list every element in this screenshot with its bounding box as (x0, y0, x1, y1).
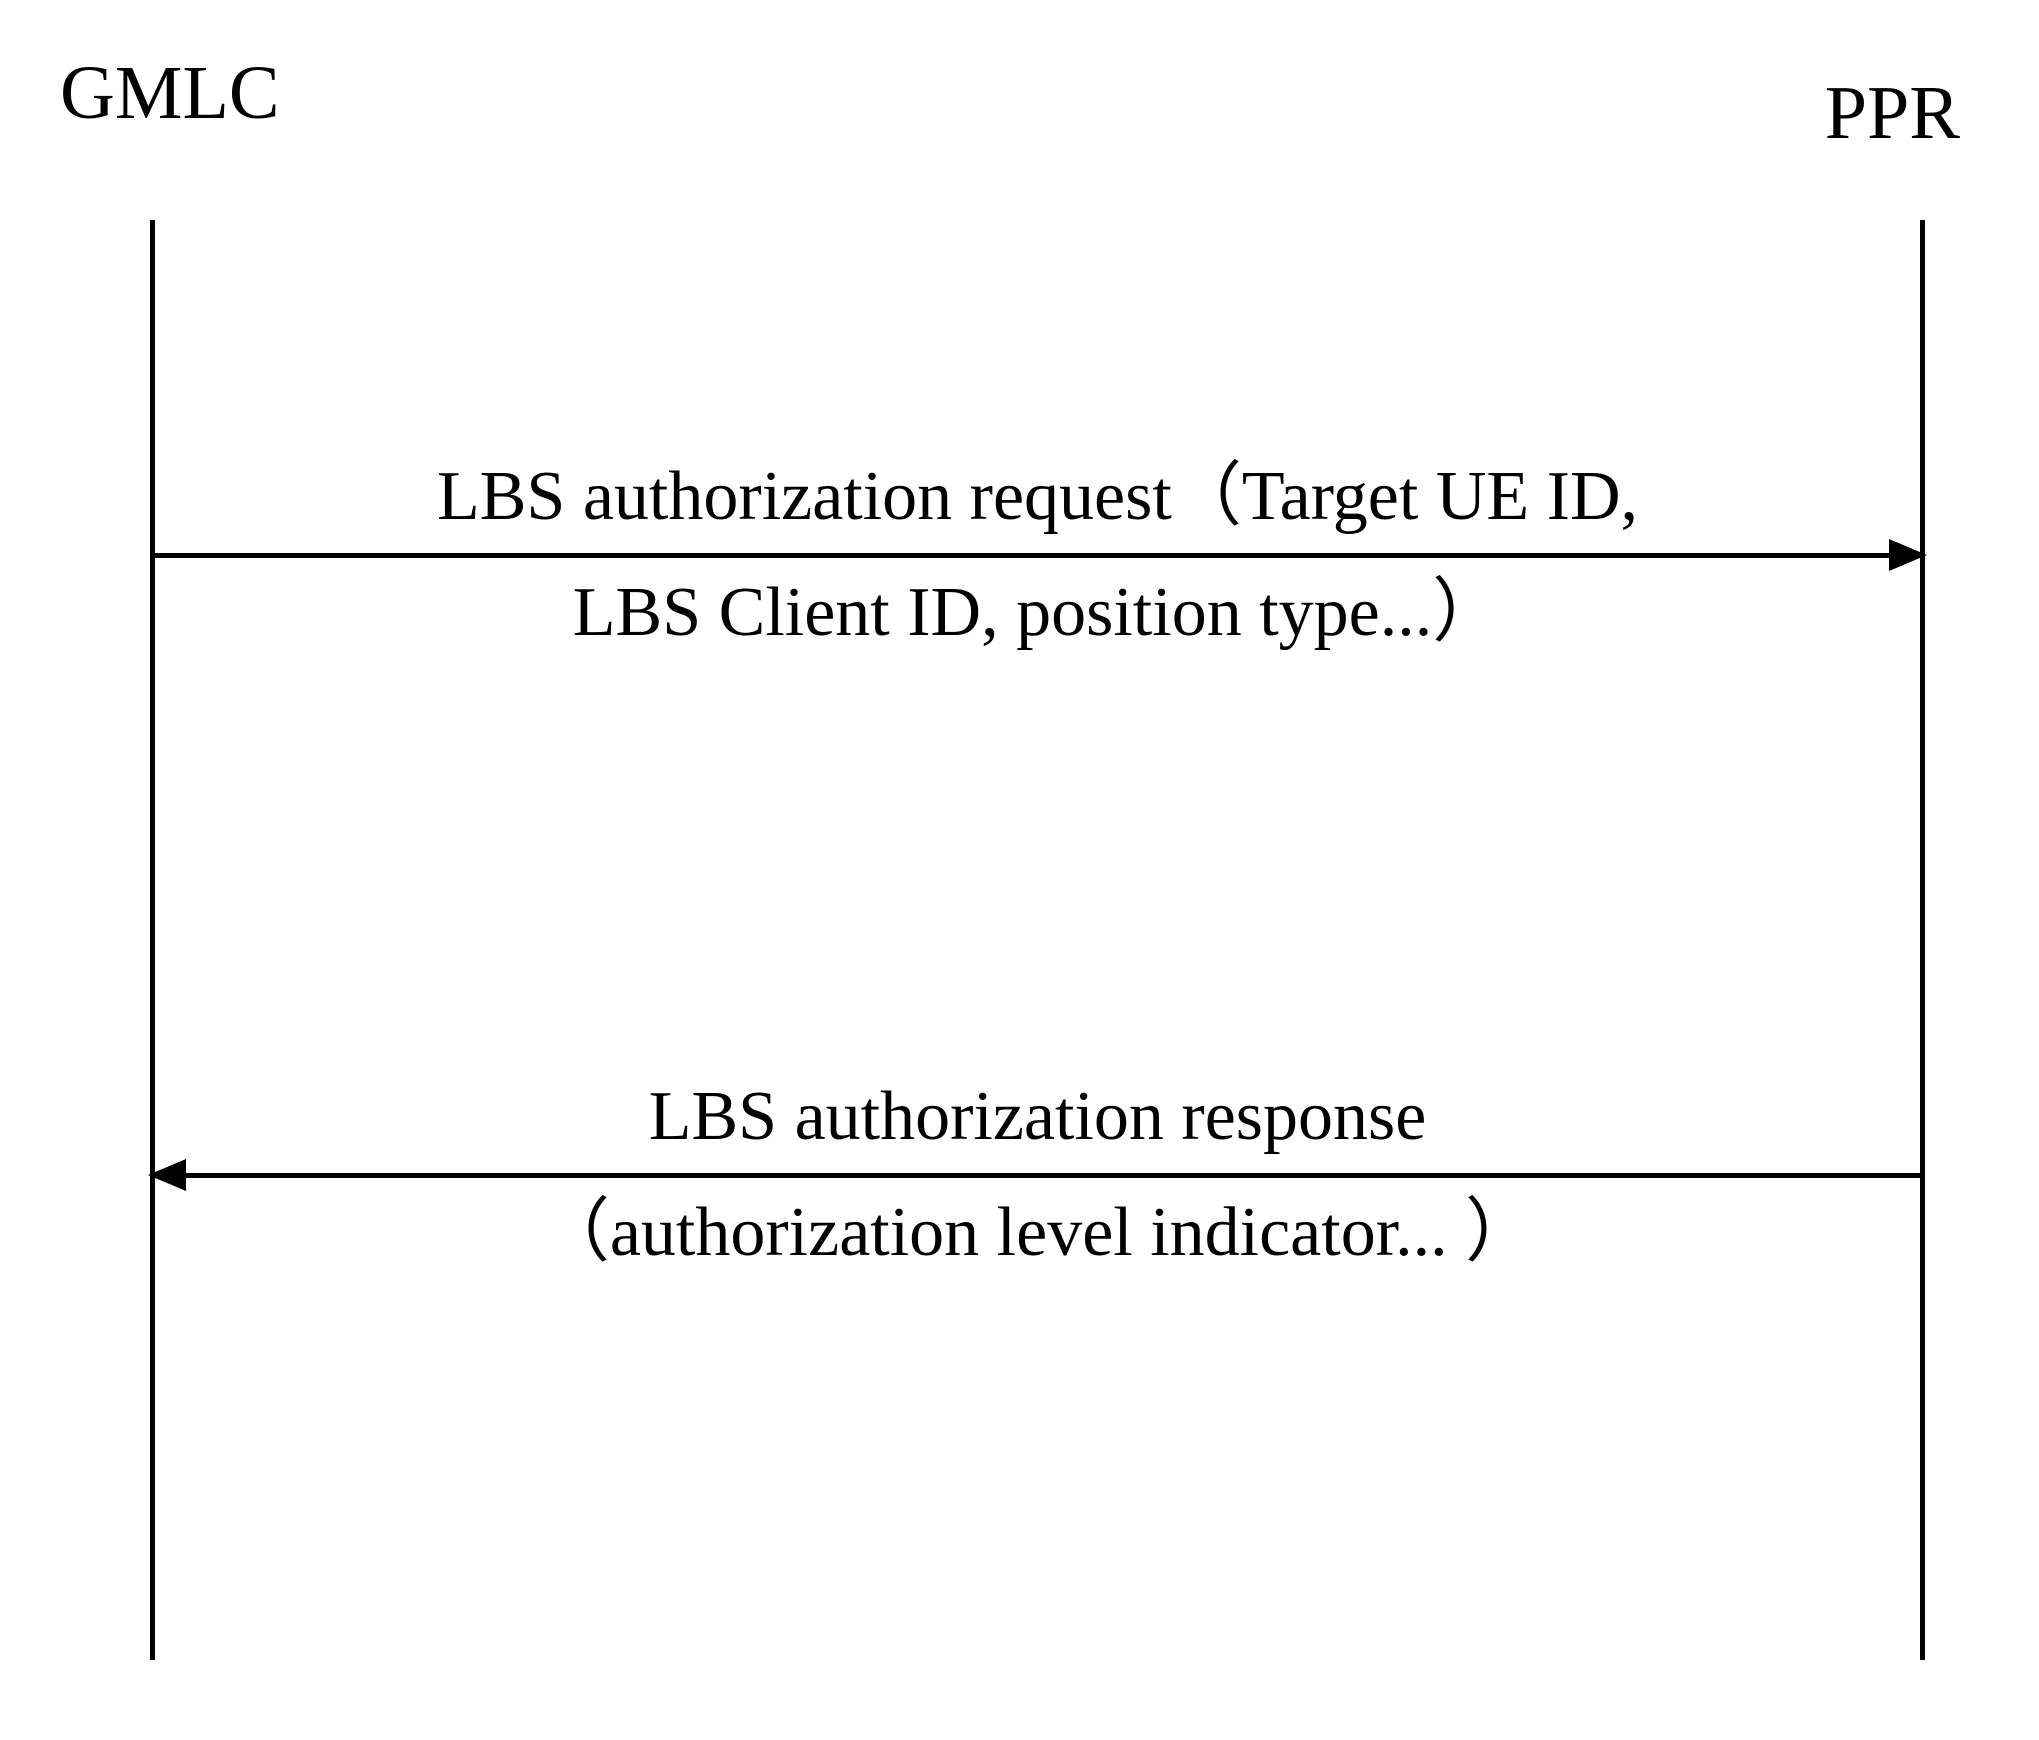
arrow-response (150, 1173, 1925, 1178)
message-auth-request-text-above: LBS authorization request（Target UE ID, (150, 450, 1925, 545)
lifeline-ppr (1920, 220, 1925, 1660)
actor-gmlc-label: GMLC (60, 50, 280, 137)
message-auth-request-text-below: LBS Client ID, position type...） (150, 566, 1925, 661)
arrow-request (150, 553, 1925, 558)
arrowhead-left-icon (148, 1159, 186, 1191)
sequence-diagram: GMLC PPR LBS authorization request（Targe… (60, 50, 1980, 1690)
message-auth-response-text-below: （authorization level indicator... ） (150, 1186, 1925, 1281)
arrowhead-right-icon (1889, 539, 1927, 571)
actor-ppr-label: PPR (1825, 70, 1960, 157)
message-auth-response-text-above: LBS authorization response (150, 1070, 1925, 1165)
message-auth-request: LBS authorization request（Target UE ID, … (150, 450, 1925, 660)
message-auth-response: LBS authorization response （authorizatio… (150, 1070, 1925, 1280)
lifeline-gmlc (150, 220, 155, 1660)
